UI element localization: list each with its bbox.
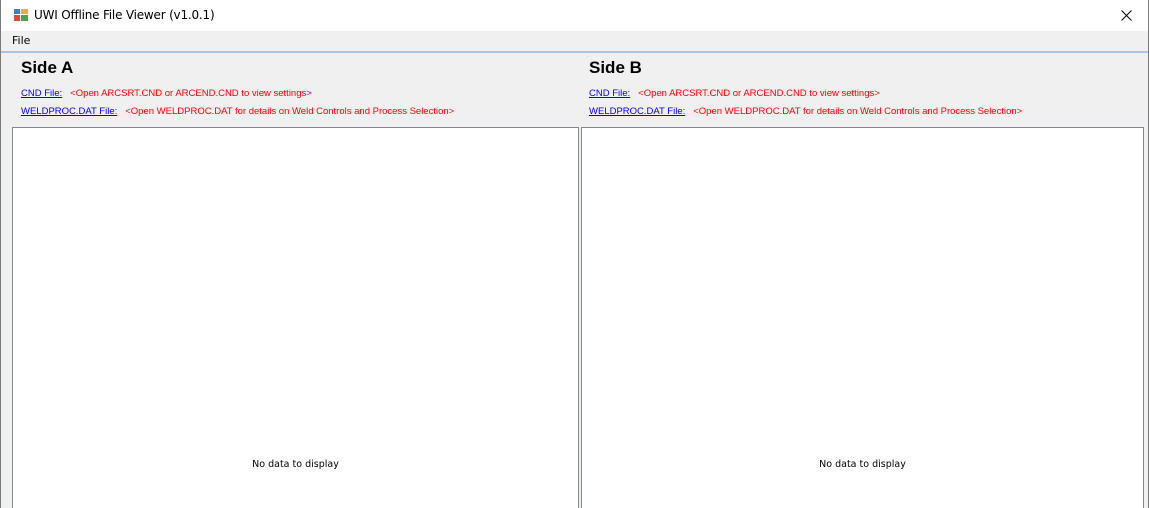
side-b-weldproc-link[interactable]: WELDPROC.DAT File: [589,106,685,117]
close-button[interactable] [1104,0,1148,31]
side-a-cnd-message: <Open ARCSRT.CND or ARCEND.CND to view s… [70,88,312,99]
side-a-weldproc-message: <Open WELDPROC.DAT for details on Weld C… [125,106,455,117]
side-b-empty-text: No data to display [819,459,906,470]
side-a-weldproc-row: WELDPROC.DAT File: <Open WELDPROC.DAT for… [21,106,454,117]
side-b-cnd-message: <Open ARCSRT.CND or ARCEND.CND to view s… [638,88,880,99]
side-b-cnd-link[interactable]: CND File: [589,88,630,99]
side-a-empty-text: No data to display [252,459,339,470]
menu-file[interactable]: File [8,33,34,48]
close-icon [1120,10,1132,21]
side-b-data-panel[interactable]: No data to display [581,127,1144,508]
side-a-cnd-row: CND File: <Open ARCSRT.CND or ARCEND.CND … [21,88,312,99]
side-a-data-panel[interactable]: No data to display [12,127,579,508]
title-bar[interactable]: UWI Offline File Viewer (v1.0.1) [1,0,1148,31]
side-a-header: Side A CND File: <Open ARCSRT.CND or ARCE… [21,56,571,126]
side-b-weldproc-message: <Open WELDPROC.DAT for details on Weld C… [693,106,1023,117]
app-window: UWI Offline File Viewer (v1.0.1) File Si… [0,0,1149,508]
menu-bar: File [1,31,1148,52]
side-a-title: Side A [21,58,74,77]
side-b-title: Side B [589,58,642,77]
window-title: UWI Offline File Viewer (v1.0.1) [34,8,215,22]
side-a-weldproc-link[interactable]: WELDPROC.DAT File: [21,106,117,117]
side-b-cnd-row: CND File: <Open ARCSRT.CND or ARCEND.CND … [589,88,880,99]
side-a-cnd-link[interactable]: CND File: [21,88,62,99]
side-b-header: Side B CND File: <Open ARCSRT.CND or ARCE… [589,56,1139,126]
side-b-weldproc-row: WELDPROC.DAT File: <Open WELDPROC.DAT for… [589,106,1022,117]
app-icon [14,9,28,21]
menu-separator [1,51,1148,53]
